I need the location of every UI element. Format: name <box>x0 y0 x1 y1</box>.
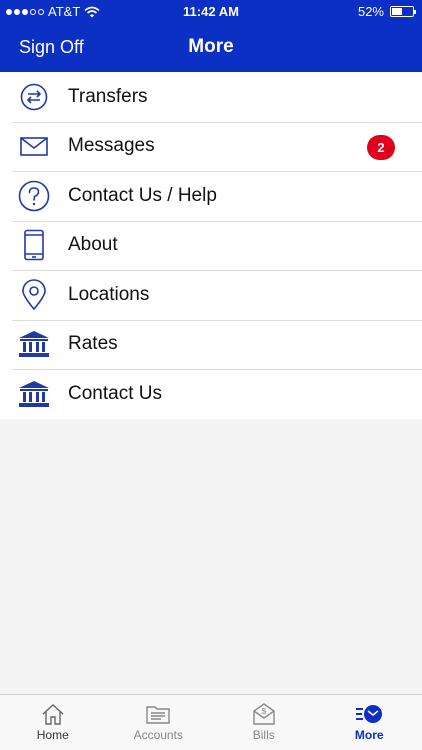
envelope-icon <box>12 134 56 158</box>
menu-item-label: Messages <box>68 135 155 157</box>
tab-accounts[interactable]: Accounts <box>106 695 212 750</box>
menu-item-transfers[interactable]: Transfers <box>0 72 422 122</box>
more-icon <box>356 705 383 723</box>
tab-bills[interactable]: $ Bills <box>211 695 317 750</box>
tab-more[interactable]: More <box>317 695 422 750</box>
nav-bar: Sign Off More <box>0 28 422 68</box>
menu-item-contact-help[interactable]: Contact Us / Help <box>0 171 422 221</box>
tab-label: Home <box>36 728 69 742</box>
tab-bar: Home Accounts $ Bills More <box>0 694 422 750</box>
tab-label: Accounts <box>133 728 183 742</box>
app-header: AT&T 11:42 AM 52% Sign Off More <box>0 0 422 72</box>
unread-count-badge: 2 <box>367 134 395 160</box>
tab-label: More <box>354 728 384 742</box>
battery-icon <box>390 6 416 17</box>
menu-item-label: About <box>68 234 118 256</box>
menu-item-rates[interactable]: Rates <box>0 319 422 370</box>
page-title: More <box>188 36 234 57</box>
phone-device-icon <box>12 229 56 261</box>
tab-home[interactable]: Home <box>0 695 106 750</box>
status-right: 52% <box>357 4 416 19</box>
menu-item-label: Contact Us / Help <box>68 184 217 206</box>
menu-item-locations[interactable]: Locations <box>0 270 422 320</box>
home-icon <box>42 704 64 725</box>
menu-item-label: Rates <box>68 333 118 355</box>
status-bar: AT&T 11:42 AM 52% <box>0 0 422 24</box>
question-circle-icon <box>12 180 56 212</box>
battery-percent: 52% <box>357 4 384 19</box>
tab-label: Bills <box>252 728 275 742</box>
menu-item-messages[interactable]: Messages 2 <box>0 121 422 172</box>
menu-item-contact-us[interactable]: Contact Us <box>0 369 422 419</box>
more-menu-list: Transfers Messages 2 Contact Us / Help A… <box>0 72 422 419</box>
map-pin-icon <box>12 279 56 311</box>
bills-icon: $ <box>253 703 275 725</box>
bank-building-icon <box>12 330 56 358</box>
accounts-icon <box>146 706 170 724</box>
svg-text:$: $ <box>262 707 267 716</box>
menu-item-about[interactable]: About <box>0 220 422 271</box>
menu-item-label: Locations <box>68 283 150 305</box>
transfer-arrows-icon <box>12 82 56 112</box>
menu-item-label: Transfers <box>68 85 148 107</box>
bank-building-icon <box>12 380 56 408</box>
menu-item-label: Contact Us <box>68 382 162 404</box>
